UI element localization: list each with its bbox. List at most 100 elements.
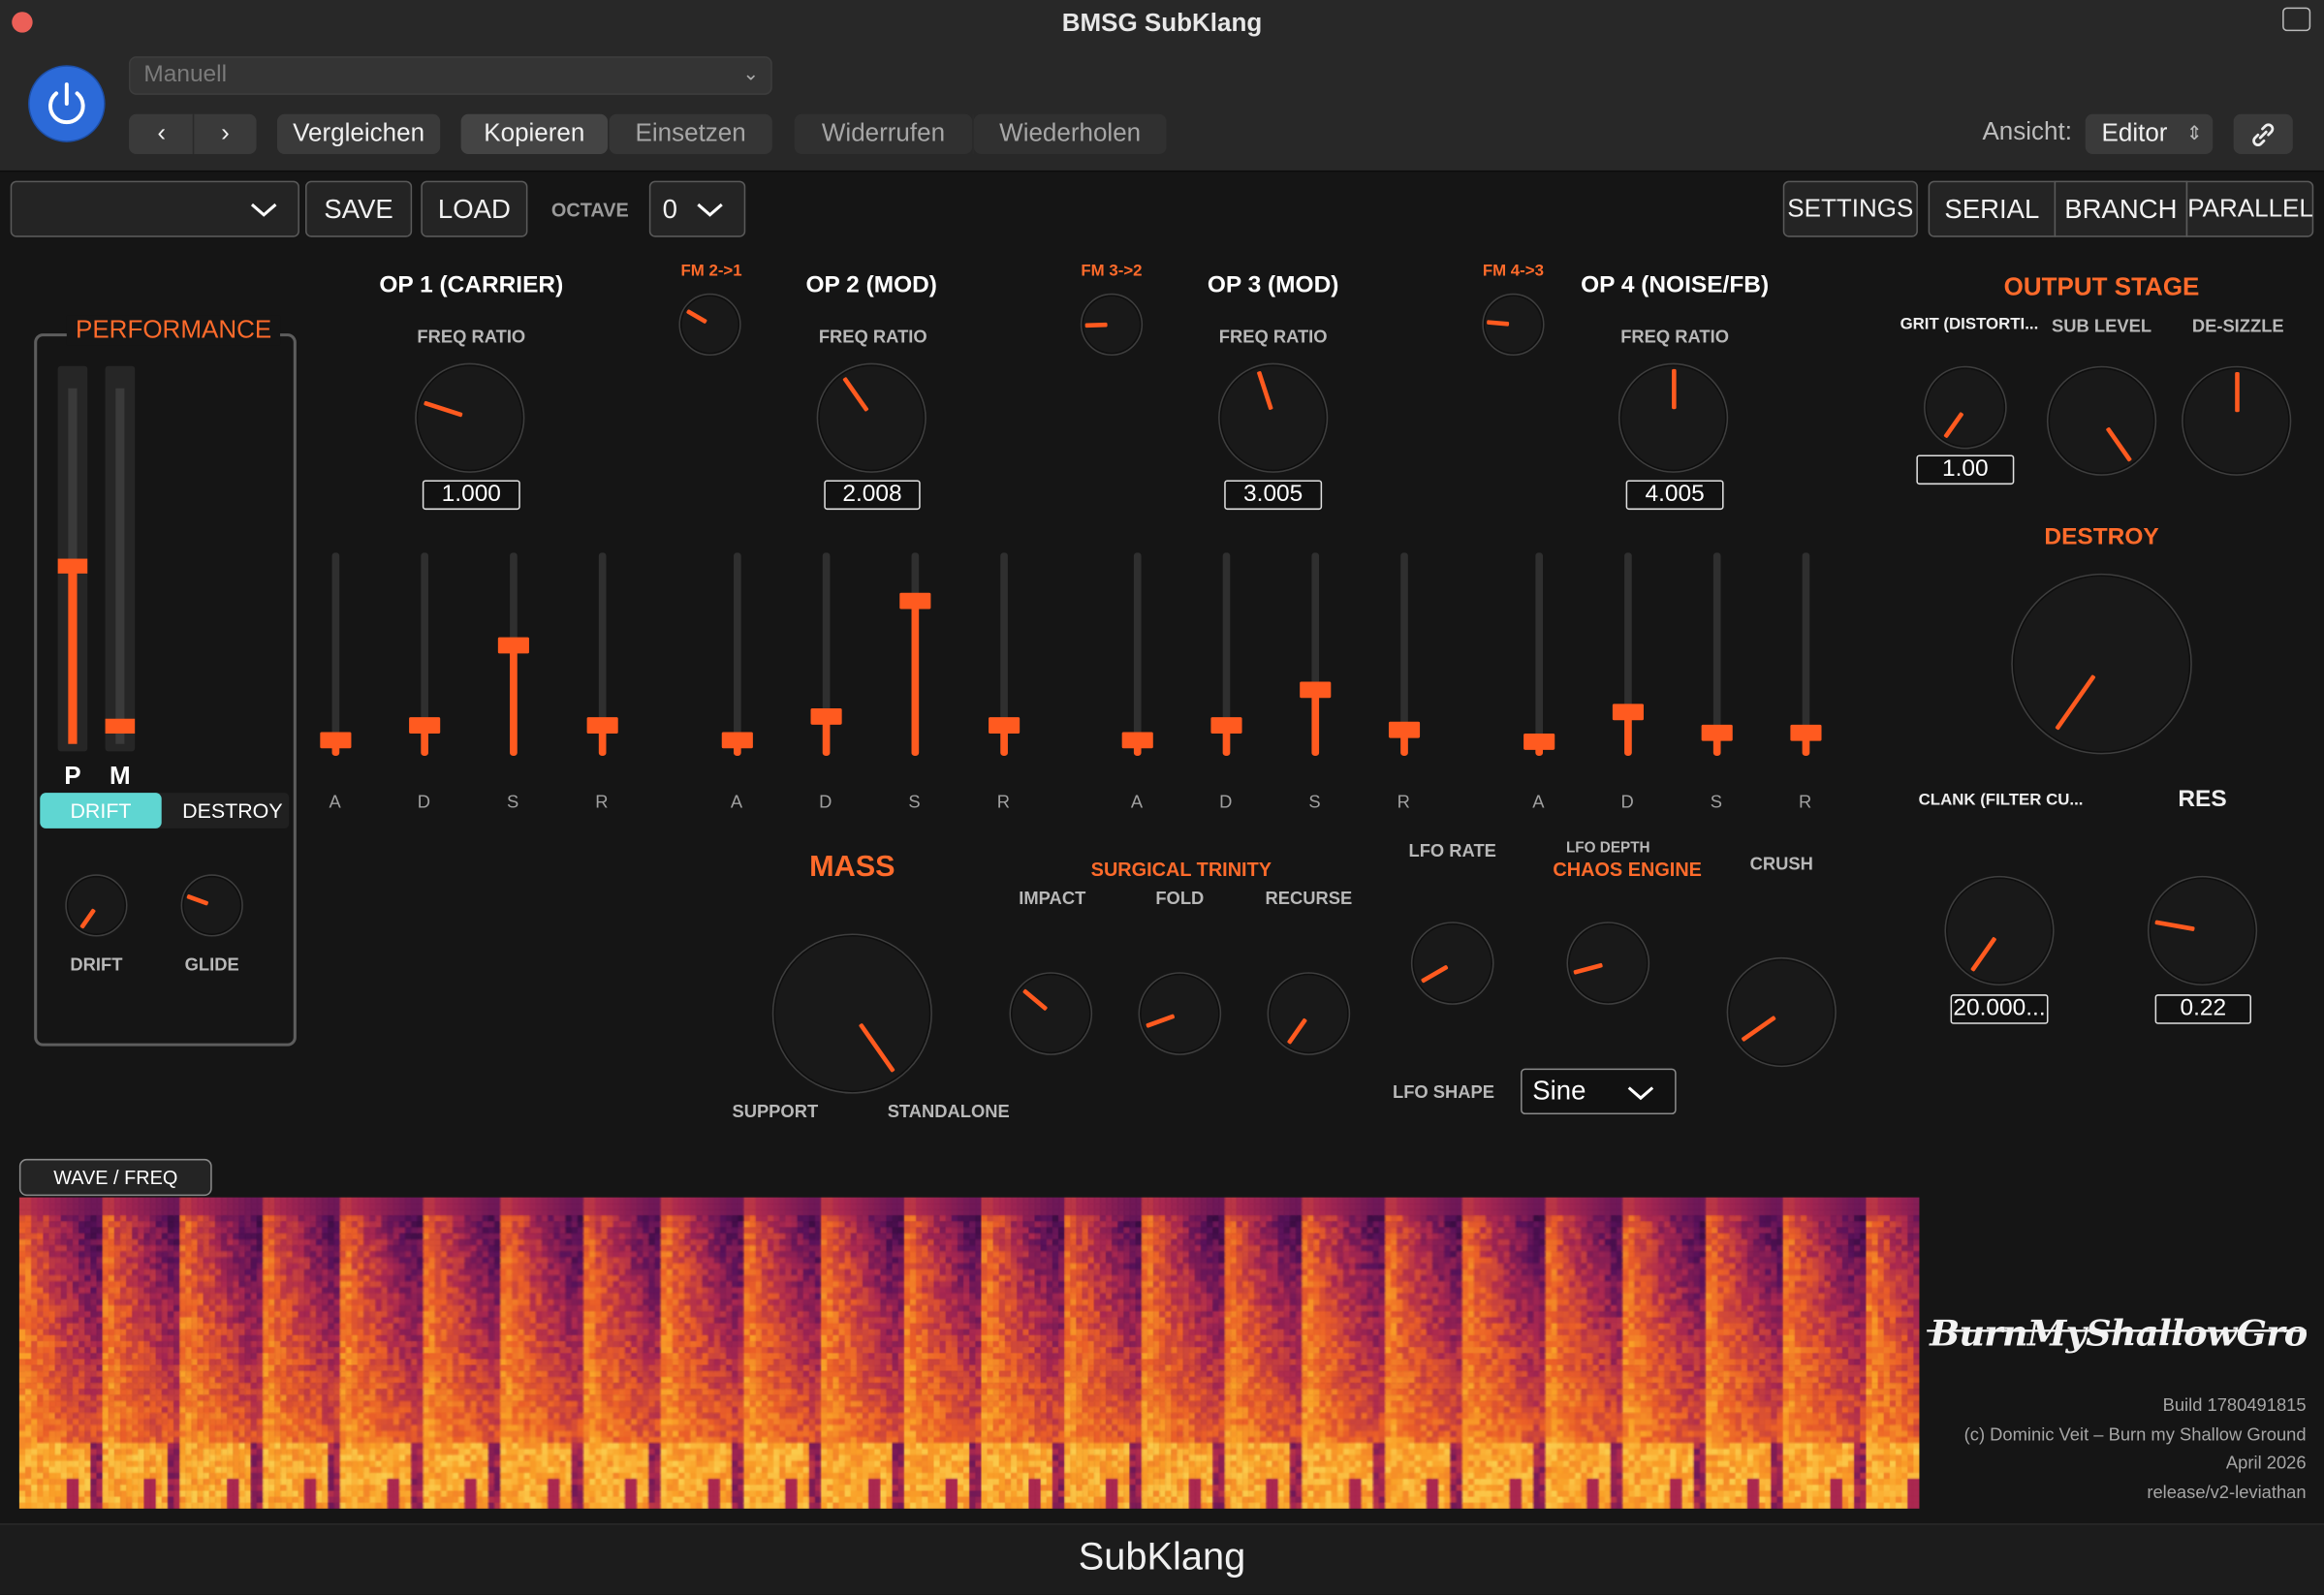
previous-preset-button[interactable]: ‹ <box>145 114 178 153</box>
op1-s-slider[interactable] <box>497 552 529 756</box>
next-preset-button[interactable]: › <box>209 114 242 153</box>
lfo-rate-knob[interactable] <box>1410 922 1494 1005</box>
slider-thumb[interactable] <box>1701 724 1733 740</box>
host-preset-select[interactable]: Manuell ⌄ <box>129 56 772 95</box>
power-button[interactable] <box>29 66 105 141</box>
knob-indicator <box>1145 1014 1175 1029</box>
mass-title: MASS <box>809 850 895 884</box>
grit-value[interactable]: 1.00 <box>1916 454 2015 485</box>
op2-r-slider[interactable] <box>989 552 1021 756</box>
knob-indicator <box>841 377 868 413</box>
link-button[interactable] <box>2233 113 2293 155</box>
undo-button[interactable]: Widerrufen <box>794 113 973 155</box>
mass-knob[interactable] <box>771 933 932 1094</box>
op1-freq-ratio-knob[interactable] <box>415 362 525 473</box>
glide-knob[interactable] <box>180 874 243 937</box>
slider-thumb[interactable] <box>989 717 1021 735</box>
slider-thumb[interactable] <box>320 732 352 749</box>
compare-button[interactable]: Vergleichen <box>276 113 441 155</box>
op3-ratio-value[interactable]: 3.005 <box>1224 480 1323 511</box>
slider-thumb[interactable] <box>1300 681 1332 698</box>
redo-button[interactable]: Wiederholen <box>973 113 1167 155</box>
op1-r-slider[interactable] <box>586 552 618 756</box>
op1-ratio-value[interactable]: 1.000 <box>422 480 520 511</box>
settings-button[interactable]: SETTINGS <box>1782 180 1918 237</box>
output-stage-title: OUTPUT STAGE <box>2003 272 2200 301</box>
fm-3-2-knob[interactable] <box>1080 293 1144 357</box>
adsr-label: R <box>996 791 1010 813</box>
pitch-wheel[interactable] <box>57 365 88 752</box>
toggle-drift-option[interactable]: DRIFT <box>40 793 162 829</box>
fold-knob[interactable] <box>1138 972 1222 1055</box>
slider-thumb[interactable] <box>1523 734 1555 750</box>
sub-level-knob[interactable] <box>2046 365 2157 476</box>
op3-s-slider[interactable] <box>1300 552 1332 756</box>
impact-knob[interactable] <box>1009 972 1093 1055</box>
knob-indicator <box>2104 426 2131 462</box>
paste-button[interactable]: Einsetzen <box>609 113 772 155</box>
lfo-depth-knob[interactable] <box>1566 922 1650 1005</box>
fm-2-1-knob[interactable] <box>678 293 741 357</box>
slider-thumb[interactable] <box>1612 704 1644 721</box>
crush-knob[interactable] <box>1726 956 1837 1068</box>
fm-4-3-knob[interactable] <box>1482 293 1545 357</box>
toggle-destroy-option[interactable]: DESTROY <box>182 793 283 829</box>
mod-wheel[interactable] <box>105 365 136 752</box>
host-preset-value: Manuell <box>143 62 228 88</box>
op4-ratio-value[interactable]: 4.005 <box>1625 480 1724 511</box>
op2-d-slider[interactable] <box>810 552 842 756</box>
view-select[interactable]: Editor ⇕ <box>2085 113 2214 155</box>
op2-a-slider[interactable] <box>721 552 753 756</box>
res-knob[interactable] <box>2147 875 2258 985</box>
octave-value: 0 <box>662 194 677 224</box>
slider-thumb[interactable] <box>899 591 931 609</box>
pitch-label: P <box>64 762 81 791</box>
knob-indicator <box>1419 964 1448 984</box>
slider-thumb[interactable] <box>586 717 618 735</box>
load-button[interactable]: LOAD <box>421 180 528 237</box>
lfo-shape-select[interactable]: Sine <box>1521 1068 1677 1115</box>
op4-freq-ratio-knob[interactable] <box>1617 362 1729 473</box>
slider-thumb[interactable] <box>1210 717 1242 735</box>
op4-d-slider[interactable] <box>1612 552 1644 756</box>
routing-parallel-button[interactable]: PARALLEL <box>2185 180 2314 237</box>
copy-button[interactable]: Kopieren <box>460 113 609 155</box>
chevron-down-icon: ⌄ <box>742 62 760 85</box>
slider-thumb[interactable] <box>1388 722 1421 738</box>
slider-thumb[interactable] <box>409 717 441 735</box>
plugin-preset-select[interactable] <box>10 180 299 237</box>
slider-thumb[interactable] <box>1790 724 1822 740</box>
grit-knob[interactable] <box>1924 365 2007 450</box>
slider-thumb[interactable] <box>721 732 753 749</box>
op2-s-slider[interactable] <box>899 552 931 756</box>
op4-s-slider[interactable] <box>1701 552 1733 756</box>
de-sizzle-knob[interactable] <box>2182 365 2292 476</box>
knob-indicator <box>2154 920 2195 932</box>
op3-a-slider[interactable] <box>1121 552 1153 756</box>
save-button[interactable]: SAVE <box>305 180 413 237</box>
drift-knob[interactable] <box>65 874 128 937</box>
op2-freq-ratio-knob[interactable] <box>816 362 926 473</box>
op3-freq-ratio-knob[interactable] <box>1218 362 1329 473</box>
clank-value[interactable]: 20.000... <box>1950 994 2049 1024</box>
destroy-knob[interactable] <box>2011 573 2192 755</box>
res-value[interactable]: 0.22 <box>2154 994 2252 1024</box>
clank-knob[interactable] <box>1944 875 2055 985</box>
visualizer-mode-tab[interactable]: WAVE / FREQ <box>18 1158 212 1197</box>
slider-thumb[interactable] <box>810 707 842 725</box>
routing-serial-button[interactable]: SERIAL <box>1928 180 2057 237</box>
op3-r-slider[interactable] <box>1388 552 1421 756</box>
op3-d-slider[interactable] <box>1210 552 1242 756</box>
drift-destroy-toggle[interactable]: DRIFT DESTROY <box>40 793 290 829</box>
op1-a-slider[interactable] <box>320 552 352 756</box>
recurse-knob[interactable] <box>1267 972 1351 1055</box>
op1-d-slider[interactable] <box>409 552 441 756</box>
op4-r-slider[interactable] <box>1790 552 1822 756</box>
op4-a-slider[interactable] <box>1523 552 1555 756</box>
routing-branch-button[interactable]: BRANCH <box>2054 180 2188 237</box>
op2-ratio-value[interactable]: 2.008 <box>824 480 921 511</box>
share-icon[interactable] <box>2282 7 2311 32</box>
slider-thumb[interactable] <box>1121 732 1153 749</box>
slider-thumb[interactable] <box>497 637 529 653</box>
octave-select[interactable]: 0 <box>648 180 746 237</box>
